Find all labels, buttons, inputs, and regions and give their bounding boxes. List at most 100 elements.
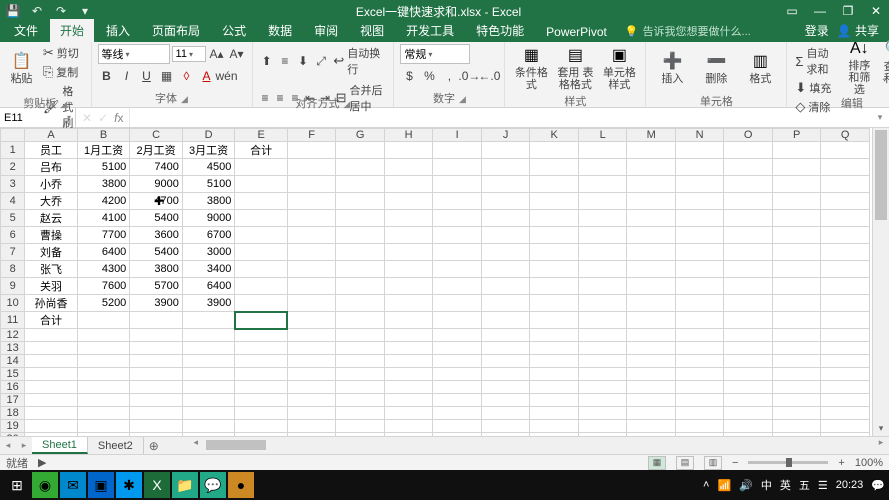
cell-Q5[interactable] bbox=[821, 210, 870, 227]
cell-D11[interactable] bbox=[182, 312, 235, 329]
clock[interactable]: 20:23 bbox=[836, 479, 864, 491]
cell-L18[interactable] bbox=[578, 407, 627, 420]
cell-M10[interactable] bbox=[627, 295, 676, 312]
column-header-F[interactable]: F bbox=[287, 129, 336, 142]
cell-H7[interactable] bbox=[384, 244, 433, 261]
cell-O14[interactable] bbox=[724, 355, 773, 368]
cell-N15[interactable] bbox=[675, 368, 724, 381]
cell-Q19[interactable] bbox=[821, 420, 870, 433]
column-header-L[interactable]: L bbox=[578, 129, 627, 142]
cell-Q1[interactable] bbox=[821, 142, 870, 159]
cell-A10[interactable]: 孙尚香 bbox=[25, 295, 78, 312]
cell-L3[interactable] bbox=[578, 176, 627, 193]
cell-D5[interactable]: 9000 bbox=[182, 210, 235, 227]
add-sheet-button[interactable]: ⊕ bbox=[144, 437, 164, 454]
cell-M14[interactable] bbox=[627, 355, 676, 368]
cell-D4[interactable]: 3800 bbox=[182, 193, 235, 210]
row-header-4[interactable]: 4 bbox=[1, 193, 25, 210]
vertical-scrollbar[interactable]: ▴ ▾ bbox=[872, 128, 889, 436]
cell-F4[interactable] bbox=[287, 193, 336, 210]
row-header-17[interactable]: 17 bbox=[1, 394, 25, 407]
cell-C13[interactable] bbox=[130, 342, 183, 355]
cell-L20[interactable] bbox=[578, 433, 627, 437]
cell-C19[interactable] bbox=[130, 420, 183, 433]
cell-D3[interactable]: 5100 bbox=[182, 176, 235, 193]
column-header-Q[interactable]: Q bbox=[821, 129, 870, 142]
cell-B14[interactable] bbox=[77, 355, 130, 368]
cell-B12[interactable] bbox=[77, 329, 130, 342]
cell-H9[interactable] bbox=[384, 278, 433, 295]
cell-J12[interactable] bbox=[481, 329, 530, 342]
row-header-7[interactable]: 7 bbox=[1, 244, 25, 261]
cell-H10[interactable] bbox=[384, 295, 433, 312]
cell-D12[interactable] bbox=[182, 329, 235, 342]
taskbar-app-2[interactable]: ✉ bbox=[60, 472, 86, 498]
cell-I17[interactable] bbox=[433, 394, 482, 407]
cell-D7[interactable]: 3000 bbox=[182, 244, 235, 261]
cell-M6[interactable] bbox=[627, 227, 676, 244]
cell-H15[interactable] bbox=[384, 368, 433, 381]
cell-J15[interactable] bbox=[481, 368, 530, 381]
insert-cells-button[interactable]: ➕插入 bbox=[652, 44, 692, 92]
tab-formulas[interactable]: 公式 bbox=[212, 19, 256, 42]
cell-L12[interactable] bbox=[578, 329, 627, 342]
sheet-nav-next-icon[interactable]: ▸ bbox=[16, 437, 32, 454]
cell-A19[interactable] bbox=[25, 420, 78, 433]
cell-M19[interactable] bbox=[627, 420, 676, 433]
cell-K20[interactable] bbox=[530, 433, 579, 437]
close-icon[interactable]: ✕ bbox=[867, 2, 885, 20]
cell-L2[interactable] bbox=[578, 159, 627, 176]
cell-N17[interactable] bbox=[675, 394, 724, 407]
ribbon-options-icon[interactable]: ▭ bbox=[783, 2, 801, 20]
cell-K5[interactable] bbox=[530, 210, 579, 227]
cell-N6[interactable] bbox=[675, 227, 724, 244]
cell-A4[interactable]: 大乔 bbox=[25, 193, 78, 210]
column-header-J[interactable]: J bbox=[481, 129, 530, 142]
cell-K11[interactable] bbox=[530, 312, 579, 329]
phonetic-button[interactable]: wén bbox=[218, 67, 236, 85]
cell-D6[interactable]: 6700 bbox=[182, 227, 235, 244]
cell-L11[interactable] bbox=[578, 312, 627, 329]
cell-E12[interactable] bbox=[235, 329, 288, 342]
cell-N12[interactable] bbox=[675, 329, 724, 342]
cell-H8[interactable] bbox=[384, 261, 433, 278]
cell-G19[interactable] bbox=[336, 420, 385, 433]
font-name-combo[interactable]: 等线▾ bbox=[98, 44, 170, 64]
cell-J4[interactable] bbox=[481, 193, 530, 210]
cell-P12[interactable] bbox=[772, 329, 821, 342]
collapse-ribbon-icon[interactable]: ˆ bbox=[883, 78, 886, 89]
tab-data[interactable]: 数据 bbox=[258, 19, 302, 42]
cell-L15[interactable] bbox=[578, 368, 627, 381]
cell-G15[interactable] bbox=[336, 368, 385, 381]
number-format-combo[interactable]: 常规▾ bbox=[400, 44, 470, 64]
cell-E1[interactable]: 合计 bbox=[235, 142, 288, 159]
cell-A11[interactable]: 合计 bbox=[25, 312, 78, 329]
cell-Q17[interactable] bbox=[821, 394, 870, 407]
cell-O18[interactable] bbox=[724, 407, 773, 420]
cell-O16[interactable] bbox=[724, 381, 773, 394]
name-box[interactable]: E11▾ bbox=[0, 108, 76, 127]
percent-format-icon[interactable]: % bbox=[420, 67, 438, 85]
cell-P4[interactable] bbox=[772, 193, 821, 210]
cell-J16[interactable] bbox=[481, 381, 530, 394]
cell-P8[interactable] bbox=[772, 261, 821, 278]
formula-input[interactable] bbox=[130, 108, 871, 127]
cell-M12[interactable] bbox=[627, 329, 676, 342]
cell-E3[interactable] bbox=[235, 176, 288, 193]
cell-A13[interactable] bbox=[25, 342, 78, 355]
cell-D20[interactable] bbox=[182, 433, 235, 437]
column-header-E[interactable]: E bbox=[235, 129, 288, 142]
bold-button[interactable]: B bbox=[98, 67, 116, 85]
cell-P14[interactable] bbox=[772, 355, 821, 368]
cell-Q10[interactable] bbox=[821, 295, 870, 312]
cell-A9[interactable]: 关羽 bbox=[25, 278, 78, 295]
hscroll-right-icon[interactable]: ▸ bbox=[873, 437, 889, 448]
select-all-corner[interactable] bbox=[1, 129, 25, 142]
cell-L16[interactable] bbox=[578, 381, 627, 394]
cell-B19[interactable] bbox=[77, 420, 130, 433]
cell-I5[interactable] bbox=[433, 210, 482, 227]
cell-C4[interactable]: 4700 bbox=[130, 193, 183, 210]
cell-M16[interactable] bbox=[627, 381, 676, 394]
cell-P17[interactable] bbox=[772, 394, 821, 407]
cell-A3[interactable]: 小乔 bbox=[25, 176, 78, 193]
